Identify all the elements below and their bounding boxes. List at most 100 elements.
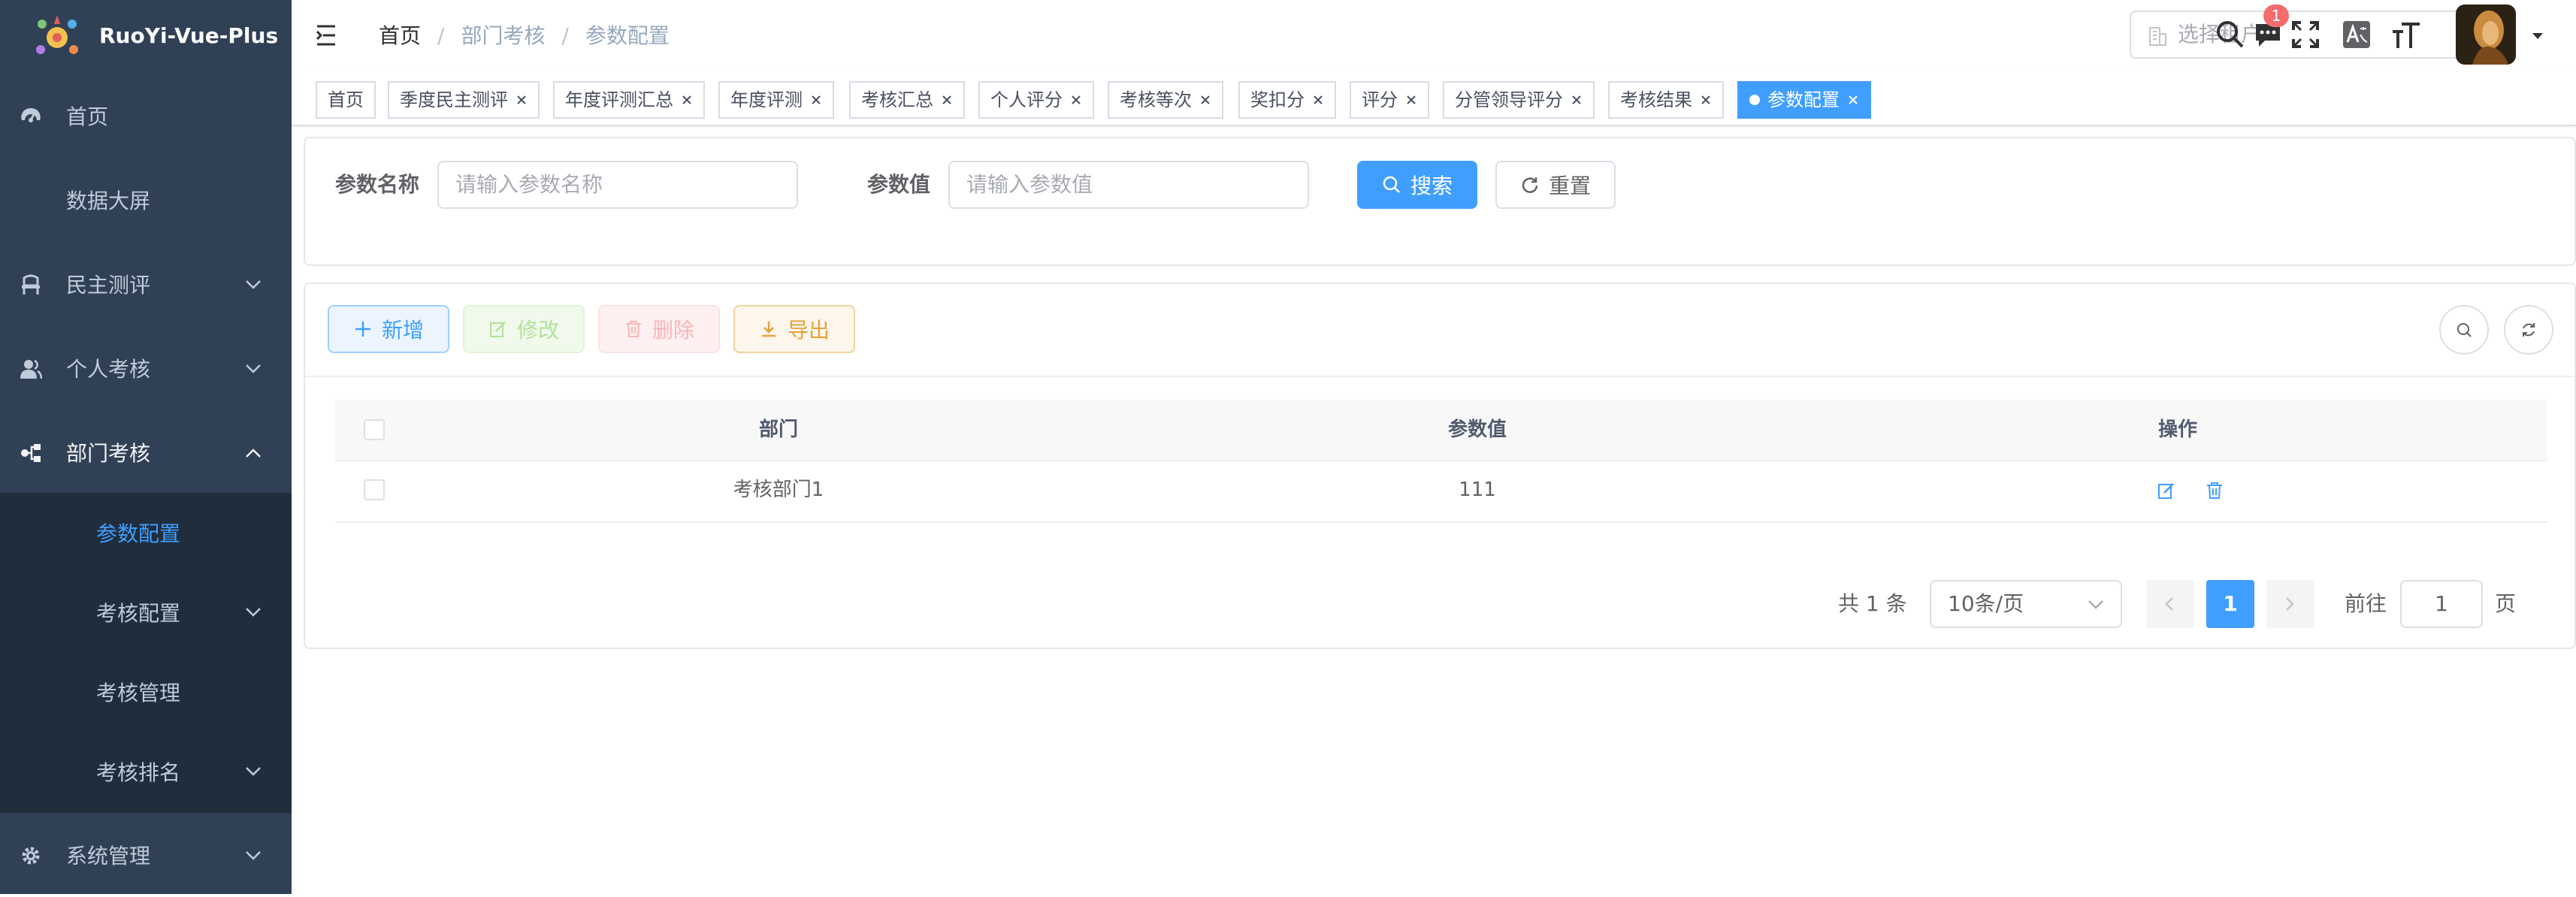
prev-page-button[interactable] — [2146, 580, 2194, 628]
tag-home[interactable]: 首页 — [316, 81, 376, 119]
breadcrumb: 首页 / 部门考核 / 参数配置 — [379, 0, 670, 72]
page-suffix: 页 — [2495, 591, 2517, 616]
chevron-down-icon — [246, 364, 261, 373]
tag-annual-summary[interactable]: 年度评测汇总 — [553, 81, 705, 119]
chevron-left-icon — [2165, 597, 2173, 611]
message-count-badge: 1 — [2263, 5, 2289, 27]
cell-dept: 考核部门1 — [733, 479, 824, 501]
goto-page-input[interactable]: 1 — [2400, 580, 2483, 628]
tag-leader-score[interactable]: 分管领导评分 — [1443, 81, 1595, 119]
reset-button[interactable]: 重置 — [1495, 161, 1616, 209]
sidebar-item-label: 数据大屏 — [66, 189, 151, 213]
sidebar-item-data-screen[interactable]: 数据大屏 — [0, 158, 292, 242]
search-icon — [1383, 176, 1400, 193]
tag-label: 首页 — [328, 89, 364, 110]
sidebar-subitem-param-config[interactable]: 参数配置 — [0, 493, 292, 572]
sidebar-item-democratic-evaluation[interactable]: 民主测评 — [0, 242, 292, 326]
select-all-checkbox[interactable] — [364, 419, 385, 440]
tag-label: 参数配置 — [1767, 89, 1840, 110]
edit-button[interactable]: 修改 — [463, 305, 585, 353]
tag-label: 分管领导评分 — [1455, 89, 1563, 110]
tag-param-config[interactable]: 参数配置 — [1737, 81, 1871, 119]
sidebar-item-personal-assessment[interactable]: 个人考核 — [0, 326, 292, 410]
breadcrumb-item: 部门考核 — [461, 23, 546, 48]
tag-assessment-summary[interactable]: 考核汇总 — [849, 81, 965, 119]
font-size-icon[interactable] — [2390, 18, 2423, 51]
sidebar-subitem-label: 考核配置 — [96, 601, 181, 626]
sidebar-item-home[interactable]: 首页 — [0, 74, 292, 158]
table-header: 部门 参数值 操作 — [335, 400, 2547, 461]
close-icon[interactable] — [1070, 94, 1082, 106]
close-icon[interactable] — [516, 94, 528, 106]
sidebar-item-department-assessment[interactable]: 部门考核 — [0, 410, 292, 494]
close-icon[interactable] — [1405, 94, 1417, 106]
goto-label: 前往 — [2345, 591, 2387, 616]
search-form-card: 参数名称 请输入参数名称 参数值 请输入参数值 搜索 重置 — [304, 137, 2576, 266]
trash-icon[interactable] — [2205, 481, 2224, 500]
breadcrumb-separator: / — [561, 23, 569, 48]
sidebar-item-label: 首页 — [66, 104, 109, 129]
tag-assessment-result[interactable]: 考核结果 — [1608, 81, 1724, 119]
sidebar-subitem-assessment-config[interactable]: 考核配置 — [0, 572, 292, 652]
row-checkbox[interactable] — [364, 479, 385, 500]
sidebar-subitem-assessment-management[interactable]: 考核管理 — [0, 652, 292, 732]
cell-value: 111 — [1459, 479, 1496, 501]
close-icon[interactable] — [1571, 94, 1583, 106]
export-button[interactable]: 导出 — [733, 305, 855, 353]
refresh-table-button[interactable] — [2504, 305, 2553, 355]
param-value-label: 参数值 — [867, 172, 931, 197]
avatar[interactable] — [2456, 5, 2516, 65]
tag-label: 年度评测汇总 — [565, 89, 673, 110]
reset-button-label: 重置 — [1548, 174, 1591, 198]
refresh-icon — [1522, 177, 1538, 193]
close-icon[interactable] — [1199, 94, 1211, 106]
sidebar-item-label: 系统管理 — [66, 844, 151, 868]
download-icon — [761, 322, 776, 337]
search-button-label: 搜索 — [1410, 174, 1453, 198]
close-icon[interactable] — [1700, 94, 1712, 106]
breadcrumb-item-home[interactable]: 首页 — [379, 0, 421, 72]
tag-reward-deduction[interactable]: 奖扣分 — [1238, 81, 1336, 119]
close-icon[interactable] — [1847, 94, 1859, 106]
page-size-select[interactable]: 10条/页 — [1930, 580, 2122, 628]
add-button[interactable]: 新增 — [328, 305, 449, 353]
submenu: 参数配置 考核配置 考核管理 考核排名 — [0, 493, 292, 813]
param-value-input[interactable]: 请输入参数值 — [948, 161, 1309, 209]
close-icon[interactable] — [681, 94, 693, 106]
column-header-value[interactable]: 参数值 — [1147, 400, 1808, 460]
language-icon[interactable] — [2340, 18, 2373, 51]
sidebar-item-system-management[interactable]: 系统管理 — [0, 813, 292, 897]
tag-annual-evaluation[interactable]: 年度评测 — [718, 81, 834, 119]
next-page-button[interactable] — [2266, 580, 2314, 628]
close-icon[interactable] — [810, 94, 822, 106]
tag-quarterly-evaluation[interactable]: 季度民主测评 — [388, 81, 540, 119]
close-icon[interactable] — [941, 94, 953, 106]
tag-assessment-grade[interactable]: 考核等次 — [1108, 81, 1223, 119]
param-name-input[interactable]: 请输入参数名称 — [437, 161, 798, 209]
sidebar-subitem-assessment-ranking[interactable]: 考核排名 — [0, 732, 292, 811]
fullscreen-icon[interactable] — [2289, 18, 2322, 51]
edit-icon[interactable] — [2157, 481, 2176, 500]
column-header-dept[interactable]: 部门 — [410, 400, 1147, 460]
dashboard-icon — [21, 107, 41, 122]
tag-personal-score[interactable]: 个人评分 — [978, 81, 1094, 119]
chevron-down-icon — [246, 608, 261, 617]
caret-down-icon[interactable] — [2531, 32, 2544, 41]
tag-score[interactable]: 评分 — [1350, 81, 1429, 119]
search-button[interactable]: 搜索 — [1357, 161, 1477, 209]
logo[interactable]: RuoYi-Vue-Plus — [0, 0, 292, 72]
search-icon[interactable] — [2214, 18, 2247, 51]
column-header-actions: 操作 — [2157, 418, 2197, 441]
table-card: 新增 修改 删除 导出 部门 参数值 操作 考核部门1 111 共 1 条 10… — [304, 282, 2576, 649]
delete-button[interactable]: 删除 — [598, 305, 720, 353]
trash-icon — [625, 321, 641, 337]
chevron-down-icon — [246, 280, 261, 289]
param-name-label: 参数名称 — [335, 172, 420, 197]
page-number-1[interactable]: 1 — [2206, 580, 2254, 628]
delete-button-label: 删除 — [652, 318, 694, 343]
hamburger-icon[interactable] — [316, 24, 343, 47]
sidebar-item-label: 个人考核 — [66, 357, 151, 382]
chevron-down-icon — [246, 767, 261, 776]
toggle-search-button[interactable] — [2439, 305, 2489, 355]
close-icon[interactable] — [1312, 94, 1324, 106]
